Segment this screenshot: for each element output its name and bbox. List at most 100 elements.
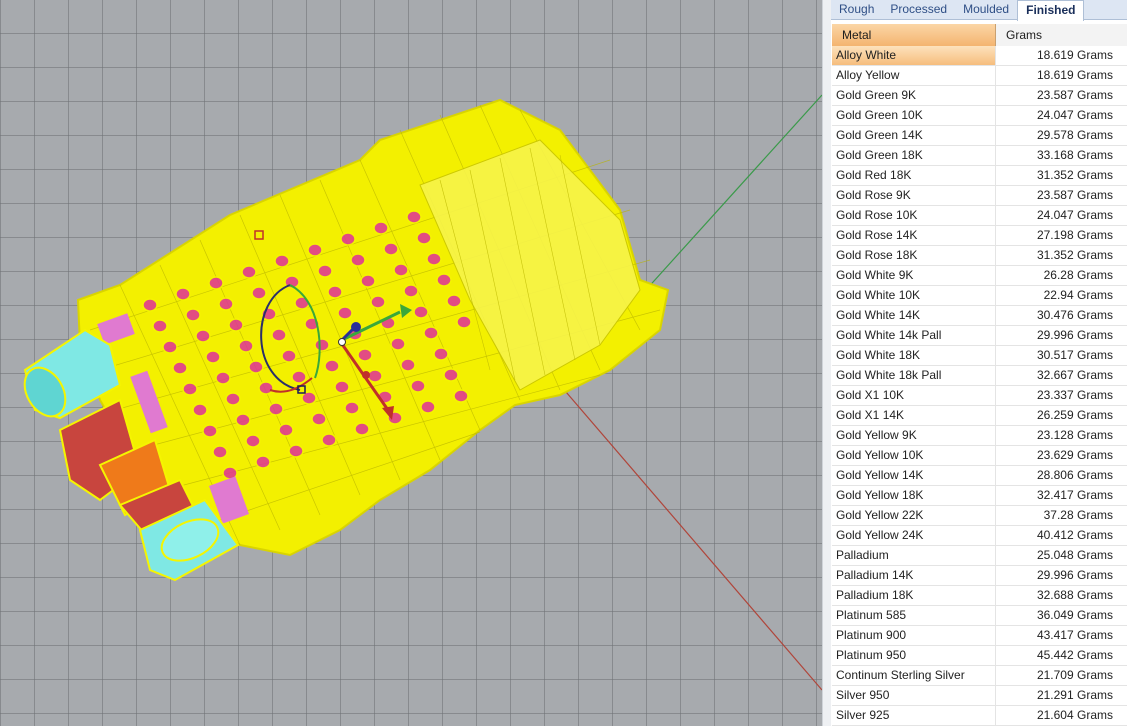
metal-name-cell: Continum Sterling Silver bbox=[832, 666, 996, 685]
tab-moulded[interactable]: Moulded bbox=[955, 0, 1017, 20]
tab-rough[interactable]: Rough bbox=[831, 0, 882, 20]
table-row[interactable]: Gold White 10K 22.94 Grams bbox=[832, 286, 1127, 306]
metal-name-cell: Gold Yellow 24K bbox=[832, 526, 996, 545]
table-row[interactable]: Gold Yellow 24K 40.412 Grams bbox=[832, 526, 1127, 546]
gem-setting bbox=[433, 347, 449, 361]
gem-setting bbox=[271, 328, 287, 342]
table-row[interactable]: Gold Yellow 14K 28.806 Grams bbox=[832, 466, 1127, 486]
table-row[interactable]: Gold Rose 18K 31.352 Grams bbox=[832, 246, 1127, 266]
table-row[interactable]: Gold White 18k Pall 32.667 Grams bbox=[832, 366, 1127, 386]
table-row[interactable]: Alloy Yellow 18.619 Grams bbox=[832, 66, 1127, 86]
gem-setting bbox=[162, 340, 178, 354]
gem-setting bbox=[228, 318, 244, 332]
grams-cell: 31.352 Grams bbox=[1036, 248, 1113, 262]
gem-setting bbox=[238, 339, 254, 353]
metal-name-cell: Platinum 900 bbox=[832, 626, 996, 645]
metal-name-cell: Gold White 14k Pall bbox=[832, 326, 996, 345]
grams-cell: 26.28 Grams bbox=[1043, 268, 1113, 282]
metal-name-cell: Gold White 18K bbox=[832, 346, 996, 365]
table-row[interactable]: Gold White 9K 26.28 Grams bbox=[832, 266, 1127, 286]
table-row[interactable]: Silver 950 21.291 Grams bbox=[832, 686, 1127, 706]
table-header: Metal Grams bbox=[832, 24, 1127, 46]
table-row[interactable]: Platinum 585 36.049 Grams bbox=[832, 606, 1127, 626]
grams-cell: 18.619 Grams bbox=[1036, 48, 1113, 62]
metal-weight-panel: Rough Processed Moulded Finished Metal G… bbox=[831, 0, 1127, 726]
metal-name-cell: Gold Yellow 10K bbox=[832, 446, 996, 465]
table-row[interactable]: Gold Yellow 9K 23.128 Grams bbox=[832, 426, 1127, 446]
metal-name-cell: Gold Yellow 22K bbox=[832, 506, 996, 525]
gem-setting bbox=[301, 391, 317, 405]
panel-splitter[interactable] bbox=[822, 0, 831, 726]
grams-cell: 30.476 Grams bbox=[1036, 308, 1113, 322]
gem-setting bbox=[268, 402, 284, 416]
table-row[interactable]: Silver 925 21.604 Grams bbox=[832, 706, 1127, 726]
grams-cell: 18.619 Grams bbox=[1036, 68, 1113, 82]
tab-processed[interactable]: Processed bbox=[882, 0, 955, 20]
weight-stage-tabs: Rough Processed Moulded Finished bbox=[831, 0, 1127, 21]
grams-cell: 23.587 Grams bbox=[1036, 88, 1113, 102]
gem-setting bbox=[420, 400, 436, 414]
x-axis-line bbox=[559, 384, 822, 691]
gumball-origin[interactable] bbox=[338, 338, 346, 346]
metal-name-cell: Gold Green 14K bbox=[832, 126, 996, 145]
table-row[interactable]: Gold White 18K 30.517 Grams bbox=[832, 346, 1127, 366]
table-row[interactable]: Gold Rose 9K 23.587 Grams bbox=[832, 186, 1127, 206]
gem-setting bbox=[456, 315, 472, 329]
grams-cell: 24.047 Grams bbox=[1036, 108, 1113, 122]
table-row[interactable]: Gold Green 14K 29.578 Grams bbox=[832, 126, 1127, 146]
grams-cell: 28.806 Grams bbox=[1036, 468, 1113, 482]
column-header-metal[interactable]: Metal bbox=[832, 24, 996, 46]
table-row[interactable]: Gold Green 9K 23.587 Grams bbox=[832, 86, 1127, 106]
gem-setting bbox=[453, 389, 469, 403]
grams-cell: 29.996 Grams bbox=[1036, 568, 1113, 582]
gem-setting bbox=[205, 350, 221, 364]
metal-name-cell: Gold Rose 10K bbox=[832, 206, 996, 225]
metal-name-cell: Palladium 14K bbox=[832, 566, 996, 585]
table-row[interactable]: Gold Red 18K 31.352 Grams bbox=[832, 166, 1127, 186]
grams-cell: 29.996 Grams bbox=[1036, 328, 1113, 342]
gem-setting bbox=[321, 433, 337, 447]
table-row[interactable]: Gold Green 18K 33.168 Grams bbox=[832, 146, 1127, 166]
grams-cell: 27.198 Grams bbox=[1036, 228, 1113, 242]
table-row[interactable]: Gold White 14k Pall 29.996 Grams bbox=[832, 326, 1127, 346]
table-row[interactable]: Alloy White 18.619 Grams bbox=[832, 46, 1127, 66]
gem-setting bbox=[373, 221, 389, 235]
table-row[interactable]: Gold X1 14K 26.259 Grams bbox=[832, 406, 1127, 426]
table-row[interactable]: Platinum 950 45.442 Grams bbox=[832, 646, 1127, 666]
gem-setting bbox=[215, 371, 231, 385]
move-z-arrow-icon[interactable] bbox=[351, 322, 361, 332]
gem-setting bbox=[350, 253, 366, 267]
gem-setting bbox=[334, 380, 350, 394]
gem-setting bbox=[357, 348, 373, 362]
table-row[interactable]: Gold X1 10K 23.337 Grams bbox=[832, 386, 1127, 406]
tab-finished[interactable]: Finished bbox=[1017, 0, 1085, 21]
table-row[interactable]: Gold Yellow 10K 23.629 Grams bbox=[832, 446, 1127, 466]
grams-cell: 26.259 Grams bbox=[1036, 408, 1113, 422]
table-row[interactable]: Platinum 900 43.417 Grams bbox=[832, 626, 1127, 646]
table-row[interactable]: Gold Yellow 22K 37.28 Grams bbox=[832, 506, 1127, 526]
gem-setting bbox=[436, 273, 452, 287]
grams-cell: 45.442 Grams bbox=[1036, 648, 1113, 662]
gem-setting bbox=[337, 306, 353, 320]
table-row[interactable]: Continum Sterling Silver 21.709 Grams bbox=[832, 666, 1127, 686]
table-row[interactable]: Gold Yellow 18K 32.417 Grams bbox=[832, 486, 1127, 506]
perspective-viewport[interactable] bbox=[0, 0, 822, 726]
table-row[interactable]: Palladium 14K 29.996 Grams bbox=[832, 566, 1127, 586]
metal-name-cell: Platinum 585 bbox=[832, 606, 996, 625]
table-row[interactable]: Gold Rose 10K 24.047 Grams bbox=[832, 206, 1127, 226]
table-row[interactable]: Palladium 18K 32.688 Grams bbox=[832, 586, 1127, 606]
metal-name-cell: Silver 950 bbox=[832, 686, 996, 705]
column-header-grams[interactable]: Grams bbox=[996, 24, 1127, 46]
grams-cell: 23.629 Grams bbox=[1036, 448, 1113, 462]
gem-setting bbox=[324, 359, 340, 373]
table-row[interactable]: Gold White 14K 30.476 Grams bbox=[832, 306, 1127, 326]
table-row[interactable]: Gold Rose 14K 27.198 Grams bbox=[832, 226, 1127, 246]
ring-model-wireframe[interactable] bbox=[0, 0, 822, 726]
gem-setting bbox=[274, 254, 290, 268]
table-row[interactable]: Gold Green 10K 24.047 Grams bbox=[832, 106, 1127, 126]
grams-cell: 40.412 Grams bbox=[1036, 528, 1113, 542]
metal-name-cell: Gold Yellow 14K bbox=[832, 466, 996, 485]
gem-setting bbox=[413, 305, 429, 319]
table-row[interactable]: Palladium 25.048 Grams bbox=[832, 546, 1127, 566]
gem-setting bbox=[410, 379, 426, 393]
